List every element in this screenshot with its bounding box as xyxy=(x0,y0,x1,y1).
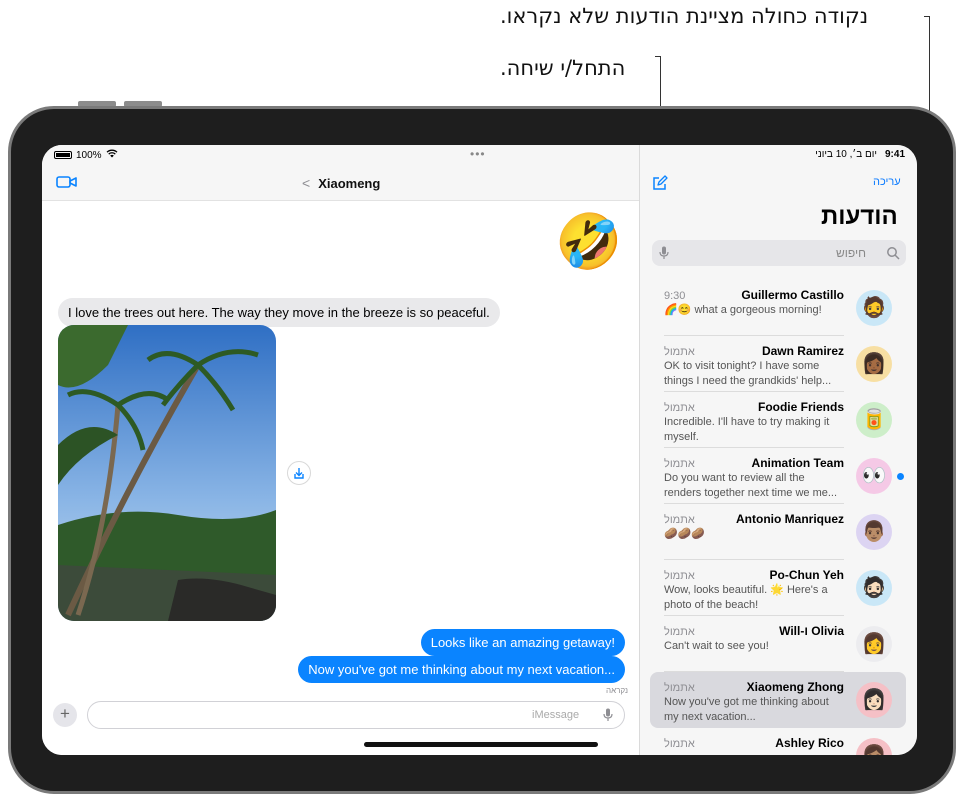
emoji-message: 🤣 xyxy=(555,212,623,272)
avatar: 👀 xyxy=(856,458,892,494)
conversation-pane: 100% ••• < Xiaomeng 🤣 I love the trees o… xyxy=(42,145,639,755)
battery-icon xyxy=(54,151,72,159)
video-call-icon[interactable] xyxy=(56,174,78,190)
microphone-icon[interactable] xyxy=(659,246,669,260)
conversation-name: Xiaomeng Zhong xyxy=(746,680,844,694)
photo-message[interactable] xyxy=(58,325,276,621)
compose-icon[interactable] xyxy=(652,175,668,191)
conversation-row[interactable]: Po-Chun Yeh אתמול Wow, looks beautiful. 🌟 … xyxy=(650,560,906,616)
search-input[interactable] xyxy=(652,240,906,266)
status-time: 9:41 xyxy=(884,149,905,160)
search-icon xyxy=(887,247,900,260)
conversation-preview: 🌈😊 what a gorgeous morning! xyxy=(664,304,822,316)
conversation-time: אתמול xyxy=(664,738,695,750)
conversation-name: Ashley Rico xyxy=(775,736,844,750)
conversation-time: אתמול xyxy=(664,570,695,582)
callout-line-compose-top xyxy=(655,56,661,57)
conversation-name: Foodie Friends xyxy=(757,400,844,414)
conversation-preview: Incredible. I'll have to try making it m… xyxy=(664,416,830,443)
status-bar-right: יום ב׳, 10 ביוני 9:41 xyxy=(815,149,905,160)
conversation-name: Dawn Ramirez xyxy=(761,344,844,358)
message-input-placeholder: iMessage xyxy=(532,709,580,721)
avatar: 👩🏻 xyxy=(856,682,892,718)
ipad-screen: 100% ••• < Xiaomeng 🤣 I love the trees o… xyxy=(42,145,917,755)
conversation-preview: Now you've got me thinking about my next… xyxy=(664,696,829,723)
conversation-row[interactable]: Will-ו Olivia אתמול Can't wait to see you!… xyxy=(650,616,906,672)
chevron-left-icon[interactable]: < xyxy=(302,175,310,191)
conversation-row[interactable]: Ashley Rico אתמול 👩🏽 xyxy=(650,728,906,755)
conversation-name: Will-ו Olivia xyxy=(779,624,844,638)
edit-button[interactable]: עריכה xyxy=(873,176,901,188)
apps-plus-button[interactable]: + xyxy=(53,703,77,727)
unread-indicator-dot xyxy=(897,473,904,480)
search-placeholder: חיפוש xyxy=(836,246,866,260)
conversation-name: Guillermo Castillo xyxy=(741,288,844,302)
avatar: 👨🏽 xyxy=(856,514,892,550)
conversation-preview: Do you want to review all the renders to… xyxy=(664,472,838,499)
outgoing-message[interactable]: Looks like an amazing getaway! xyxy=(420,629,625,656)
conversation-row[interactable]: Foodie Friends אתמול Incredible. I'll have… xyxy=(650,392,906,448)
status-date: יום ב׳, 10 ביוני xyxy=(815,149,877,160)
conversation-name: Po-Chun Yeh xyxy=(769,568,844,582)
avatar: 🧔 xyxy=(856,290,892,326)
status-bar-left: 100% xyxy=(54,149,118,161)
avatar: 🥫 xyxy=(856,402,892,438)
microphone-icon[interactable] xyxy=(603,708,613,722)
outgoing-message[interactable]: Now you've got me thinking about my next… xyxy=(298,656,625,683)
sidebar-title: הודעות xyxy=(821,203,898,230)
palm-beach-photo xyxy=(58,325,276,621)
battery-percent: 100% xyxy=(76,149,102,161)
conversation-header: 100% ••• < Xiaomeng xyxy=(42,145,639,201)
conversation-title[interactable]: < Xiaomeng xyxy=(302,175,380,191)
conversation-time: אתמול xyxy=(664,402,695,414)
conversations-sidebar: יום ב׳, 10 ביוני 9:41 עריכה הודעות חיפוש… xyxy=(640,145,917,755)
conversation-time: אתמול xyxy=(664,514,695,526)
conversation-preview: 🥔🥔🥔 xyxy=(664,528,706,540)
save-photo-button[interactable] xyxy=(287,461,311,485)
conversation-name: Antonio Manriquez xyxy=(736,512,844,526)
wifi-icon xyxy=(106,149,118,161)
avatar: 👩 xyxy=(856,626,892,662)
conversation-preview: Can't wait to see you! xyxy=(664,640,769,652)
conversation-time: אתמול xyxy=(664,682,695,694)
conversation-preview: Wow, looks beautiful. 🌟 Here's a photo o… xyxy=(664,584,828,611)
multitasking-dots[interactable]: ••• xyxy=(470,147,486,161)
conversation-time: 9:30 xyxy=(664,290,686,302)
incoming-message[interactable]: I love the trees out here. The way they … xyxy=(58,298,500,327)
callout-compose: התחל/י שיחה. xyxy=(500,56,626,80)
conversation-row[interactable]: Dawn Ramirez אתמול OK to visit tonight? I … xyxy=(650,336,906,392)
figure: נקודה כחולה מציינת הודעות שלא נקראו. התח… xyxy=(0,0,960,795)
conversation-row[interactable]: Animation Team אתמול Do you want to review… xyxy=(650,448,906,504)
conversation-name: Animation Team xyxy=(751,456,844,470)
conversation-preview: OK to visit tonight? I have some things … xyxy=(664,360,832,387)
download-icon xyxy=(294,468,304,479)
conversation-time: אתמול xyxy=(664,458,695,470)
conversation-row[interactable]: Antonio Manriquez אתמול 🥔🥔🥔 👨🏽 xyxy=(650,504,906,560)
conversation-row[interactable]: Guillermo Castillo 9:30 🌈😊 what a gorgeous… xyxy=(650,280,906,336)
avatar: 🧔🏻 xyxy=(856,570,892,606)
conversation-row[interactable]: Xiaomeng Zhong אתמול Now you've got me thi… xyxy=(650,672,906,728)
conversation-time: אתמול xyxy=(664,346,695,358)
callout-unread-dot: נקודה כחולה מציינת הודעות שלא נקראו. xyxy=(500,4,869,28)
contact-name[interactable]: Xiaomeng xyxy=(318,176,380,191)
home-indicator[interactable] xyxy=(364,742,598,747)
read-receipt: נקראה xyxy=(606,686,629,695)
callout-line-unread-top xyxy=(924,16,930,17)
conversation-time: אתמול xyxy=(664,626,695,638)
avatar: 👩🏾 xyxy=(856,346,892,382)
avatar: 👩🏽 xyxy=(856,738,892,755)
